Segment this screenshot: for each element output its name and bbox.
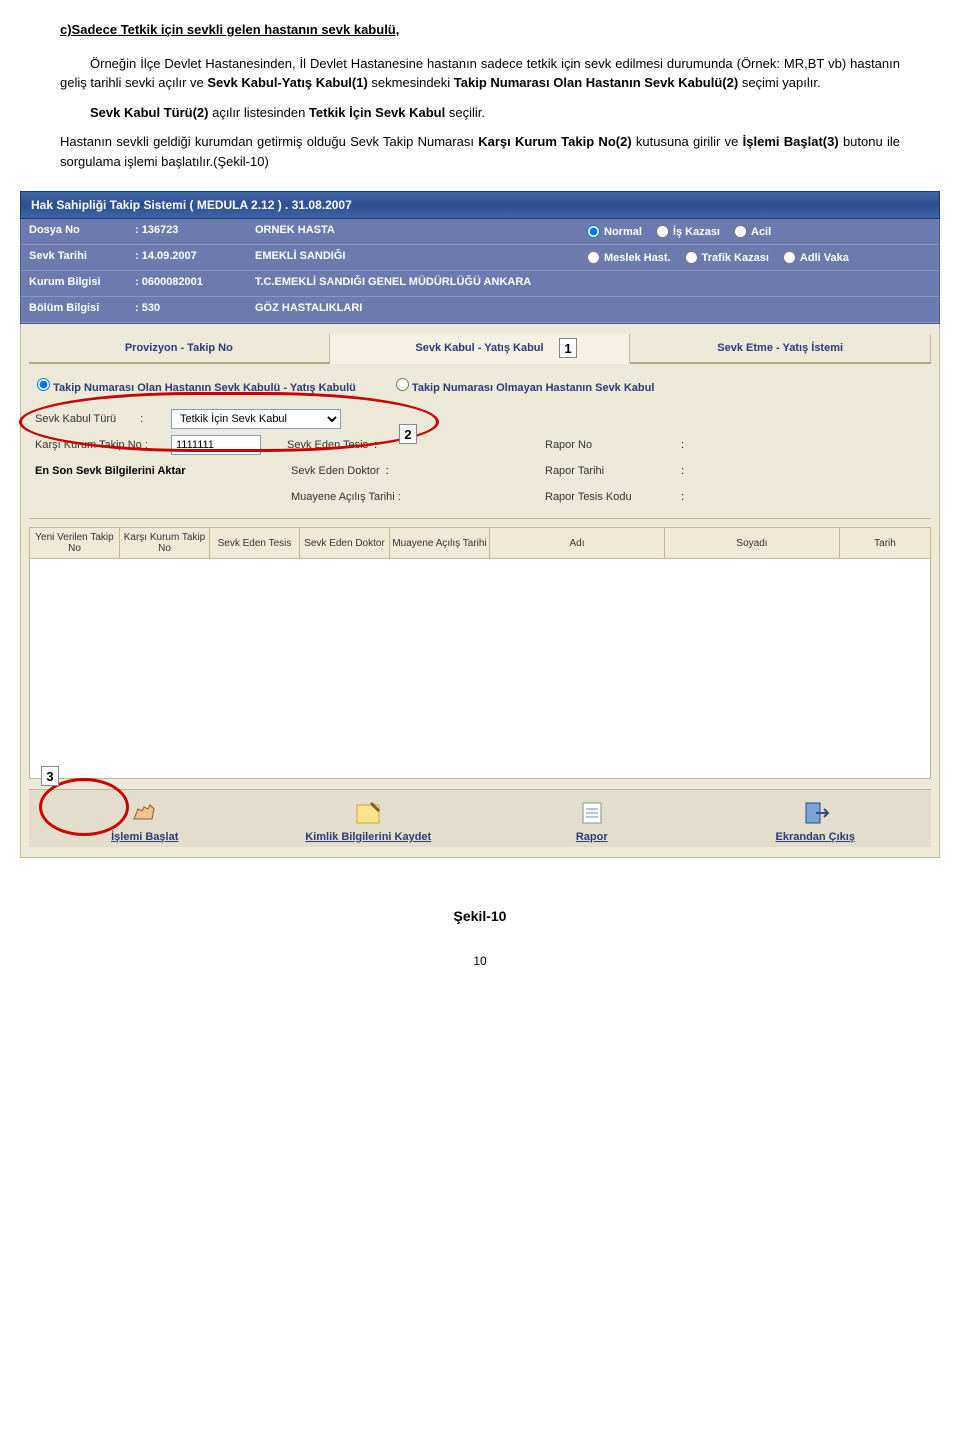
col-karsi-kurum: Karşı Kurum Takip No	[120, 528, 210, 558]
bolum-label: Bölüm Bilgisi	[21, 297, 131, 322]
sevk-kabul-turu-select[interactable]: Tetkik İçin Sevk Kabul	[171, 409, 341, 429]
ekrandan-cikis-label: Ekrandan Çıkış	[776, 831, 855, 843]
radio-takip-olmayan[interactable]: Takip Numarası Olmayan Hastanın Sevk Kab…	[396, 378, 655, 394]
annotation-badge-3: 3	[41, 766, 59, 786]
report-icon	[573, 798, 611, 828]
rapor-tarihi-label: Rapor Tarihi	[545, 465, 675, 477]
col-tarih: Tarih	[840, 528, 930, 558]
hand-pointer-icon	[126, 798, 164, 828]
kurum-value: : 0600082001	[131, 271, 251, 296]
tab-sevk-kabul[interactable]: Sevk Kabul - Yatış Kabul	[330, 334, 631, 364]
son-sevk-aktar-link[interactable]: En Son Sevk Bilgilerini Aktar	[35, 465, 235, 477]
rapor-tesis-label: Rapor Tesis Kodu	[545, 491, 675, 503]
exit-icon	[796, 798, 834, 828]
main-area: Provizyon - Takip No Sevk Kabul - Yatış …	[20, 324, 940, 858]
radio-acil[interactable]: Acil	[734, 225, 771, 238]
radio-normal[interactable]: Normal	[587, 225, 642, 238]
annotation-badge-2: 2	[399, 424, 417, 444]
sevk-tarihi-value: : 14.09.2007	[131, 245, 251, 270]
kurum-desc: T.C.EMEKLİ SANDIĞI GENEL MÜDÜRLÜĞÜ ANKAR…	[251, 271, 579, 296]
info-panel: Dosya No : 136723 ORNEK HASTA Normal İş …	[20, 219, 940, 324]
rapor-button[interactable]: Rapor	[517, 798, 667, 843]
col-soyadi: Soyadı	[665, 528, 840, 558]
col-adi: Adı	[490, 528, 665, 558]
radio-trafik-kazasi[interactable]: Trafik Kazası	[685, 251, 769, 264]
col-sevk-doktor: Sevk Eden Doktor	[300, 528, 390, 558]
dosya-no-label: Dosya No	[21, 219, 131, 244]
doc-heading: c)Sadece Tetkik için sevkli gelen hastan…	[60, 20, 900, 40]
form-grid: Sevk Kabul Türü: Tetkik İçin Sevk Kabul …	[29, 400, 931, 519]
col-yeni-takip: Yeni Verilen Takip No	[30, 528, 120, 558]
tab-sevk-etme[interactable]: Sevk Etme - Yatış İstemi	[630, 334, 931, 362]
doc-para-2: Sevk Kabul Türü(2) açılır listesinden Te…	[60, 103, 900, 123]
sevk-eden-tesis-label: Sevk Eden Tesis	[267, 439, 368, 451]
tab-provizyon[interactable]: Provizyon - Takip No	[29, 334, 330, 362]
sevk-tarihi-label: Sevk Tarihi	[21, 245, 131, 270]
karsi-kurum-input[interactable]	[171, 435, 261, 455]
data-table-header: Yeni Verilen Takip No Karşı Kurum Takip …	[29, 527, 931, 559]
figure-caption: Şekil-10	[0, 908, 960, 924]
rapor-no-label: Rapor No	[545, 439, 675, 451]
islemi-baslat-label: İşlemi Başlat	[111, 831, 178, 843]
window-titlebar: Hak Sahipliği Takip Sistemi ( MEDULA 2.1…	[20, 191, 940, 219]
document-text: c)Sadece Tetkik için sevkli gelen hastan…	[0, 0, 960, 191]
save-note-icon	[349, 798, 387, 828]
dosya-no-desc: ORNEK HASTA	[251, 219, 579, 244]
sub-radio-row: Takip Numarası Olan Hastanın Sevk Kabulü…	[29, 372, 931, 400]
radio-meslek-hast[interactable]: Meslek Hast.	[587, 251, 671, 264]
dosya-no-value: : 136723	[131, 219, 251, 244]
karsi-kurum-label: Karşı Kurum Takip No :	[35, 439, 165, 451]
ekrandan-cikis-button[interactable]: Ekrandan Çıkış	[740, 798, 890, 843]
radio-adli-vaka[interactable]: Adli Vaka	[783, 251, 849, 264]
page-number: 10	[0, 954, 960, 968]
tab-strip: Provizyon - Takip No Sevk Kabul - Yatış …	[29, 334, 931, 364]
radio-takip-olan[interactable]: Takip Numarası Olan Hastanın Sevk Kabulü…	[37, 378, 356, 394]
kurum-label: Kurum Bilgisi	[21, 271, 131, 296]
sevk-eden-doktor-label: Sevk Eden Doktor	[241, 465, 380, 477]
muayene-acilis-label: Muayene Açılış Tarihi :	[291, 491, 411, 503]
radio-is-kazasi[interactable]: İş Kazası	[656, 225, 720, 238]
bottom-toolbar: İşlemi Başlat Kimlik Bilgilerini Kaydet	[29, 789, 931, 847]
sevk-kabul-turu-label: Sevk Kabul Türü:	[35, 413, 165, 425]
sevk-tarihi-desc: EMEKLİ SANDIĞI	[251, 245, 579, 270]
bolum-value: : 530	[131, 297, 251, 322]
col-muayene: Muayene Açılış Tarihi	[390, 528, 490, 558]
app-window: Hak Sahipliği Takip Sistemi ( MEDULA 2.1…	[0, 191, 960, 878]
bolum-desc: GÖZ HASTALIKLARI	[251, 297, 579, 322]
islemi-baslat-button[interactable]: İşlemi Başlat	[70, 798, 220, 843]
kimlik-kaydet-button[interactable]: Kimlik Bilgilerini Kaydet	[293, 798, 443, 843]
doc-para-3: Hastanın sevkli geldiği kurumdan getirmi…	[60, 132, 900, 171]
data-table-body[interactable]	[29, 559, 931, 779]
col-sevk-tesis: Sevk Eden Tesis	[210, 528, 300, 558]
annotation-badge-1: 1	[559, 338, 577, 358]
rapor-label: Rapor	[576, 831, 608, 843]
doc-para-1: Örneğin İlçe Devlet Hastanesinden, İl De…	[60, 54, 900, 93]
kimlik-kaydet-label: Kimlik Bilgilerini Kaydet	[305, 831, 431, 843]
